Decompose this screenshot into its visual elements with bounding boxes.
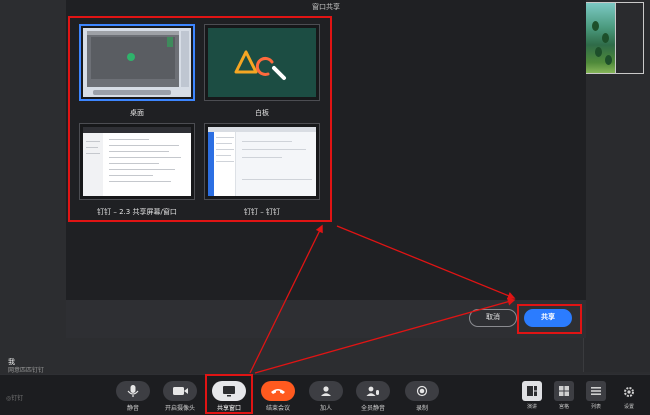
- end-meeting-button[interactable]: [261, 381, 295, 401]
- hangup-icon: [271, 389, 285, 394]
- layout-speaker-label: 演讲: [526, 404, 537, 410]
- camera-button[interactable]: [163, 381, 197, 401]
- mute-all-button[interactable]: [356, 381, 390, 401]
- share-button[interactable]: 共享: [524, 309, 572, 327]
- record-button[interactable]: [405, 381, 439, 401]
- camera-label: 开启摄像头: [164, 405, 195, 412]
- participant-video-thumbnail[interactable]: [585, 2, 616, 74]
- share-window-highlight-box: [205, 374, 253, 414]
- mute-all-label: 全员静音: [360, 405, 385, 412]
- settings-label: 设置: [623, 404, 634, 410]
- layout-list-label: 列表: [590, 404, 601, 410]
- add-people-label: 加人: [319, 405, 332, 412]
- mute-label: 静音: [126, 405, 139, 412]
- layout-list-button[interactable]: [586, 381, 606, 401]
- end-meeting-label: 结束会议: [265, 405, 290, 412]
- add-user-icon: [321, 386, 331, 396]
- layout-speaker-button[interactable]: [522, 381, 542, 401]
- mute-all-icon: [366, 386, 379, 396]
- list-layout-icon: [591, 387, 601, 395]
- grid-layout-icon: [559, 386, 569, 396]
- layout-grid-button[interactable]: [554, 381, 574, 401]
- microphone-icon: [127, 385, 139, 397]
- cancel-button[interactable]: 取消: [469, 309, 517, 327]
- camera-icon: [173, 387, 188, 395]
- dialog-title: 窗口共享: [312, 3, 340, 11]
- sources-highlight-box: [68, 16, 332, 222]
- gear-icon[interactable]: [622, 385, 636, 399]
- participant-status: 网意匹匹钉钉: [8, 367, 45, 374]
- add-people-button[interactable]: [309, 381, 343, 401]
- layout-grid-label: 宫格: [558, 404, 569, 410]
- dingtalk-logo: ◎钉钉: [6, 395, 24, 402]
- participant-video-frame: [616, 2, 644, 74]
- record-label: 录制: [415, 405, 428, 412]
- record-icon: [416, 385, 428, 397]
- speaker-layout-icon: [527, 386, 537, 396]
- mute-button[interactable]: [116, 381, 150, 401]
